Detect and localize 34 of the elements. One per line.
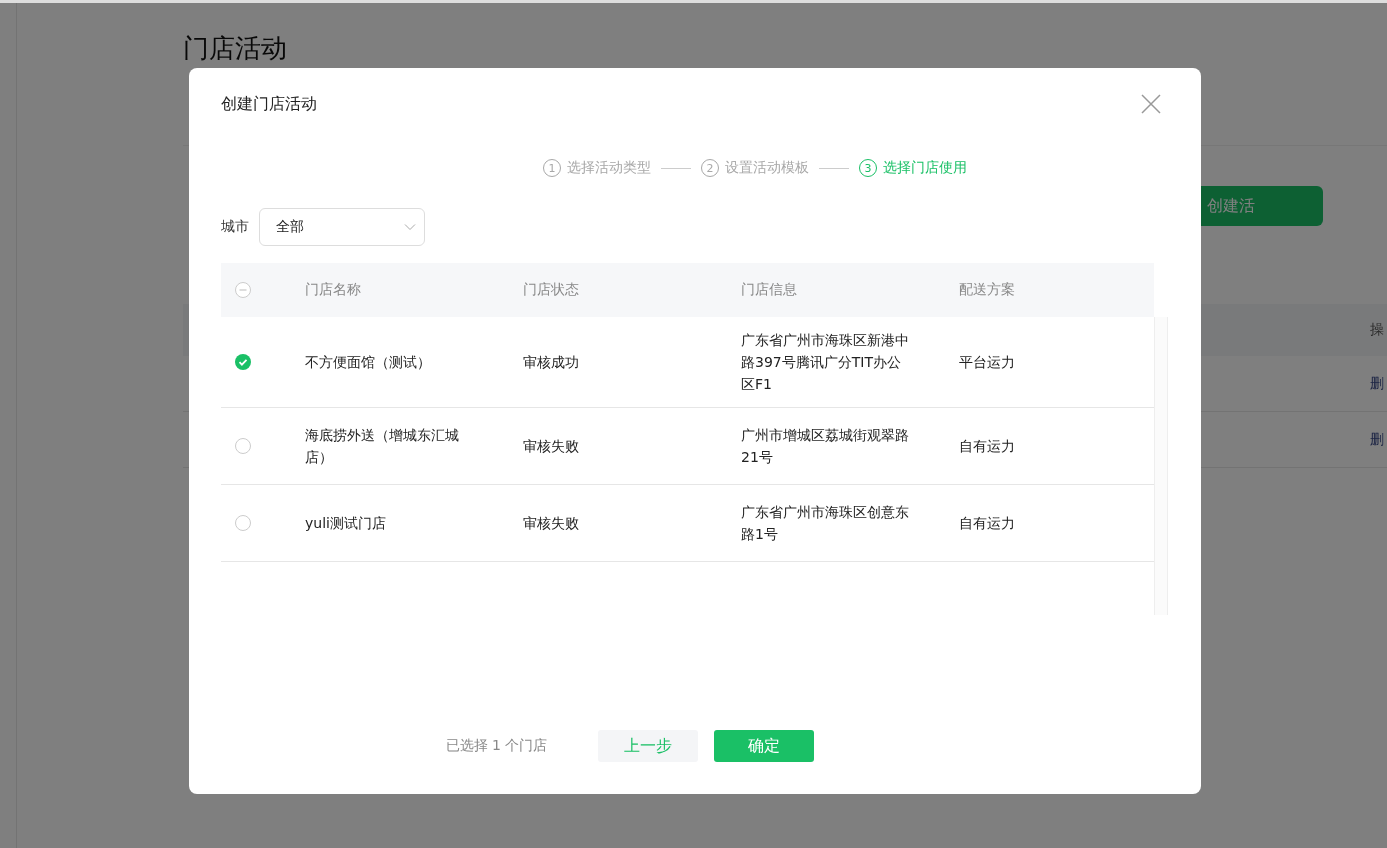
- scrollbar[interactable]: [1154, 317, 1168, 615]
- table-cell-text: 广东省广州市海珠区创意东路1号: [741, 503, 910, 544]
- table-cell-text: yuli测试门店: [305, 514, 387, 533]
- table-cell-text: 审核成功: [523, 353, 580, 372]
- filter-label: 城市: [221, 218, 249, 236]
- chevron-icon: [404, 223, 416, 231]
- column-header: 门店状态: [523, 281, 580, 299]
- checkbox[interactable]: [235, 515, 251, 531]
- table-cell-text: 不方便面馆（测试）: [305, 353, 432, 372]
- table-cell-text: 平台运力: [959, 353, 1016, 372]
- column-header: 门店名称: [305, 281, 362, 299]
- table-cell-text: 审核失败: [523, 437, 580, 456]
- table-cell-text: 广州市增城区荔城街观翠路21号: [741, 426, 910, 467]
- step: 3 选择门店使用: [859, 159, 967, 177]
- page-title: 门店活动: [183, 33, 287, 63]
- select-all-checkbox[interactable]: [235, 282, 251, 298]
- back-button[interactable]: 上一步: [598, 730, 699, 762]
- table-cell-text: 自有运力: [959, 514, 1016, 533]
- delete-link[interactable]: 删: [1370, 374, 1384, 393]
- table-cell-text: 海底捞外送（增城东汇城店）: [305, 426, 460, 467]
- selection-summary: 已选择 1 个门店: [445, 737, 548, 755]
- checkbox[interactable]: [235, 438, 251, 454]
- close-icon[interactable]: [1141, 94, 1161, 114]
- table-cell-text: 审核失败: [523, 514, 580, 533]
- step: 2 设置活动模板: [701, 159, 809, 177]
- table-cell-text: 自有运力: [959, 437, 1016, 456]
- step: 1 选择活动类型: [543, 159, 651, 177]
- checkbox-checked[interactable]: [235, 354, 251, 370]
- column-header: 门店信息: [741, 281, 798, 299]
- delete-link[interactable]: 删: [1370, 430, 1384, 449]
- column-header: 配送方案: [959, 281, 1016, 299]
- dialog-title: 创建门店活动: [221, 93, 317, 115]
- city-select[interactable]: 全部: [259, 208, 425, 246]
- confirm-button[interactable]: 确定: [714, 730, 815, 762]
